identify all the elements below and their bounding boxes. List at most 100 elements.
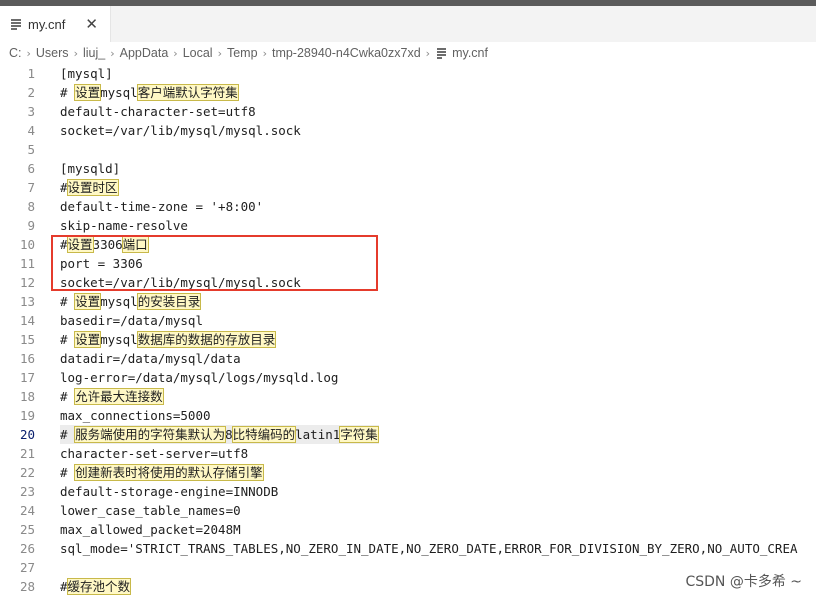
code-line[interactable]: 22 # 创建新表时将使用的默认存储引擎 — [0, 463, 816, 482]
code-fragment: default-character-set=utf8 — [60, 104, 256, 119]
code-fragment: sql_mode='STRICT_TRANS_TABLES,NO_ZERO_IN… — [60, 541, 798, 556]
code-fragment: max_connections=5000 — [60, 408, 211, 423]
code-line[interactable]: 9 skip-name-resolve — [0, 216, 816, 235]
code-line[interactable]: 5 — [0, 140, 816, 159]
code-line[interactable]: 4 socket=/var/lib/mysql/mysql.sock — [0, 121, 816, 140]
line-number: 6 — [27, 161, 35, 176]
close-icon[interactable]: ✕ — [85, 15, 98, 33]
line-number: 22 — [19, 465, 35, 480]
line-number: 1 — [27, 66, 35, 81]
comment-cjk-text: 数据库的数据的存放目录 — [136, 331, 277, 348]
code-fragment: mysql — [100, 332, 138, 347]
code-line[interactable]: 19 max_connections=5000 — [0, 406, 816, 425]
tab-my-cnf[interactable]: my.cnf ✕ — [0, 6, 111, 42]
line-number: 14 — [19, 313, 35, 328]
code-text: lower_case_table_names=0 — [60, 501, 241, 520]
highlight-box — [51, 235, 378, 291]
code-fragment: socket=/var/lib/mysql/mysql.sock — [60, 123, 301, 138]
chevron-right-icon: › — [425, 46, 431, 60]
line-number: 11 — [19, 256, 35, 271]
code-line[interactable]: 6 [mysqld] — [0, 159, 816, 178]
line-number: 21 — [19, 446, 35, 461]
code-line[interactable]: 2 # 设置mysql客户端默认字符集 — [0, 83, 816, 102]
code-line[interactable]: 16 datadir=/data/mysql/data — [0, 349, 816, 368]
chevron-right-icon: › — [262, 46, 267, 60]
code-fragment: basedir=/data/mysql — [60, 313, 203, 328]
line-number: 7 — [27, 180, 35, 195]
breadcrumb-segment[interactable]: Temp — [226, 46, 259, 60]
line-number: 10 — [19, 237, 35, 252]
comment-cjk-text: 设置 — [74, 331, 102, 348]
comment-cjk-text: 设置 — [74, 84, 102, 101]
code-line[interactable]: 18 # 允许最大连接数 — [0, 387, 816, 406]
code-fragment: # — [60, 389, 76, 404]
line-number: 19 — [19, 408, 35, 423]
code-line[interactable]: 21 character-set-server=utf8 — [0, 444, 816, 463]
code-fragment: # — [60, 294, 76, 309]
code-text: max_allowed_packet=2048M — [60, 520, 241, 539]
code-line[interactable]: 25 max_allowed_packet=2048M — [0, 520, 816, 539]
breadcrumb-segment[interactable]: Local — [182, 46, 214, 60]
line-number: 4 — [27, 123, 35, 138]
code-fragment: mysql — [100, 85, 138, 100]
code-line[interactable]: 1 [mysql] — [0, 64, 816, 83]
watermark: CSDN @卡多希 ~ — [685, 574, 802, 590]
code-fragment: default-time-zone = '+8:00' — [60, 199, 264, 214]
breadcrumb-segment[interactable]: Users — [35, 46, 70, 60]
line-number: 16 — [19, 351, 35, 366]
text-cursor — [377, 426, 379, 442]
code-line[interactable]: 26 sql_mode='STRICT_TRANS_TABLES,NO_ZERO_… — [0, 539, 816, 558]
code-line[interactable]: 24 lower_case_table_names=0 — [0, 501, 816, 520]
code-text: basedir=/data/mysql — [60, 311, 203, 330]
code-line[interactable]: 14 basedir=/data/mysql — [0, 311, 816, 330]
chevron-right-icon: › — [173, 46, 178, 60]
code-text: # 设置mysql数据库的数据的存放目录 — [60, 330, 277, 349]
code-line[interactable]: 17 log-error=/data/mysql/logs/mysqld.log — [0, 368, 816, 387]
breadcrumb-segment[interactable]: liuj_ — [82, 46, 106, 60]
code-fragment: [mysqld] — [60, 161, 121, 176]
comment-cjk-text: 字符集 — [339, 426, 379, 443]
code-text: sql_mode='STRICT_TRANS_TABLES,NO_ZERO_IN… — [60, 539, 798, 558]
code-text: max_connections=5000 — [60, 406, 211, 425]
code-editor[interactable]: 1 [mysql] 2 # 设置mysql客户端默认字符集 3 default-chara… — [0, 64, 816, 601]
code-text: datadir=/data/mysql/data — [60, 349, 241, 368]
code-text: default-storage-engine=INNODB — [60, 482, 278, 501]
code-fragment: latin1 — [295, 427, 341, 442]
breadcrumb-file[interactable]: my.cnf — [451, 46, 489, 60]
code-fragment: # — [60, 427, 76, 442]
code-text: # 服务端使用的字符集默认为8比特编码的latin1字符集 — [60, 425, 379, 444]
code-line[interactable]: 20 # 服务端使用的字符集默认为8比特编码的latin1字符集 — [0, 425, 816, 444]
breadcrumb-segment[interactable]: AppData — [119, 46, 170, 60]
line-number: 18 — [19, 389, 35, 404]
code-line[interactable]: 15 # 设置mysql数据库的数据的存放目录 — [0, 330, 816, 349]
line-number: 12 — [19, 275, 35, 290]
line-number: 2 — [27, 85, 35, 100]
line-number: 24 — [19, 503, 35, 518]
line-number: 27 — [19, 560, 35, 575]
code-line[interactable]: 13 # 设置mysql的安装目录 — [0, 292, 816, 311]
code-line[interactable]: 8 default-time-zone = '+8:00' — [0, 197, 816, 216]
code-text: #设置时区 — [60, 178, 119, 197]
line-number: 15 — [19, 332, 35, 347]
chevron-right-icon: › — [110, 46, 115, 60]
code-fragment: max_allowed_packet=2048M — [60, 522, 241, 537]
comment-cjk-text: 的安装目录 — [136, 293, 202, 310]
breadcrumb-segment[interactable]: C: — [8, 46, 23, 60]
chevron-right-icon: › — [217, 46, 222, 60]
breadcrumb: C: › Users › liuj_ › AppData › Local › Temp › tmp-28… — [0, 42, 816, 64]
line-number: 5 — [27, 142, 35, 157]
comment-cjk-text: 比特编码的 — [231, 426, 297, 443]
comment-cjk-text: 客户端默认字符集 — [136, 84, 239, 101]
code-fragment: # — [60, 332, 76, 347]
code-fragment: character-set-server=utf8 — [60, 446, 249, 461]
breadcrumb-segment[interactable]: tmp-28940-n4Cwka0zx7xd — [271, 46, 422, 60]
code-line[interactable]: 7 #设置时区 — [0, 178, 816, 197]
code-text: # 允许最大连接数 — [60, 387, 164, 406]
code-text: #缓存池个数 — [60, 577, 132, 596]
code-line[interactable]: 3 default-character-set=utf8 — [0, 102, 816, 121]
code-fragment: # — [60, 180, 68, 195]
code-line[interactable]: 23 default-storage-engine=INNODB — [0, 482, 816, 501]
code-text: log-error=/data/mysql/logs/mysqld.log — [60, 368, 338, 387]
code-fragment: 8 — [225, 427, 233, 442]
code-fragment: mysql — [100, 294, 138, 309]
